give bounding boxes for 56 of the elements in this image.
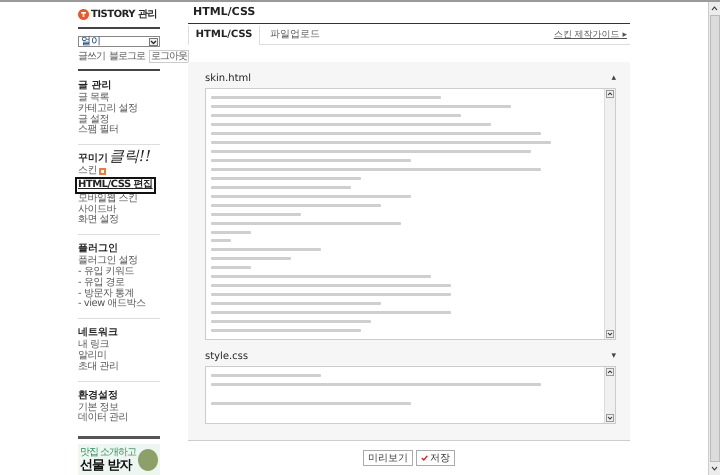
sidebar-item[interactable]: 사이드바 [78, 204, 116, 216]
scroll-down-icon [710, 464, 719, 473]
header-link[interactable]: 로그아웃 [149, 50, 189, 63]
sidebar-item[interactable]: 모바일웹 스킨 [78, 194, 138, 205]
blog-select[interactable]: 얼이 [78, 36, 160, 47]
section-title: 네트워크 [78, 327, 118, 340]
section-title: 플러그인 [78, 243, 118, 256]
sidebar-item[interactable]: - 유입 키워드 [78, 266, 134, 278]
editor-label: style.css [205, 350, 248, 362]
collapse-toggle[interactable]: ▾ [611, 351, 616, 361]
scroll-down-icon [606, 330, 614, 338]
logo-icon [78, 8, 89, 20]
photo-placeholder [138, 448, 158, 471]
sidebar-item[interactable]: 초대 관리 [78, 362, 119, 373]
sidebar-item[interactable]: 스팸 필터 [78, 125, 119, 136]
section-title: 글 관리 [78, 80, 112, 92]
header-link[interactable]: 블로그로 [109, 51, 145, 62]
sidebar-item[interactable]: - 방문자 통계 [78, 288, 134, 300]
dropdown-icon [149, 38, 158, 46]
sidebar-item[interactable]: 카테고리 설정 [78, 104, 138, 115]
collapse-toggle[interactable]: ▴ [611, 73, 616, 83]
scrollbar[interactable] [604, 367, 615, 423]
banner-title: 선물 받자 [80, 458, 134, 473]
sidebar-item[interactable]: 데이터 관리 [78, 413, 128, 424]
sidebar-item[interactable]: - 유입 경로 [78, 278, 124, 289]
banner-subtitle: 맛집 소개하고 [80, 446, 136, 458]
scrollbar[interactable] [604, 89, 615, 339]
section-title: 환경설정 [78, 390, 118, 402]
guide-link[interactable]: 스킨 제작가이드 ▸ [554, 26, 630, 44]
sidebar-item[interactable]: 내 링크 [78, 340, 110, 351]
check-icon [421, 455, 428, 461]
scroll-up-icon [606, 90, 614, 98]
sidebar-item[interactable]: 플러그인 설정 [78, 256, 138, 267]
page-scrollbar[interactable] [708, 2, 720, 475]
sidebar-item[interactable]: 기본 정보 [78, 402, 119, 414]
sidebar-item[interactable]: 화면 설정 [78, 215, 119, 226]
scroll-up-icon [606, 368, 614, 376]
header-link[interactable]: 글쓰기 [78, 51, 105, 62]
sidebar-item[interactable]: 스킨 [78, 166, 97, 177]
save-button[interactable]: 저장 [416, 450, 455, 466]
sidebar-item[interactable]: 글 설정 [78, 114, 110, 126]
sidebar-item[interactable]: 글 목록 [78, 93, 110, 104]
tab[interactable]: HTML/CSS [188, 26, 260, 45]
sidebar-item[interactable]: HTML/CSS 편집 [78, 180, 153, 191]
ad-banner[interactable]: 맛집 소개하고 선물 받자 [78, 444, 160, 475]
page-title: HTML/CSS [188, 2, 630, 24]
logo-text: TISTORY 관리 [91, 8, 157, 21]
handwritten-annotation: 클릭!! [109, 147, 152, 166]
editor-label: skin.html [205, 72, 252, 84]
section-title: 꾸미기 [78, 153, 108, 166]
sidebar-item[interactable]: 알리미 [78, 350, 106, 362]
scroll-down-icon [606, 414, 614, 422]
scroll-up-icon [710, 4, 719, 13]
preview-button[interactable]: 미리보기 [363, 450, 413, 466]
tab[interactable]: 파일업로드 [260, 26, 330, 44]
sidebar-item[interactable]: - view 애드박스 [78, 299, 146, 310]
